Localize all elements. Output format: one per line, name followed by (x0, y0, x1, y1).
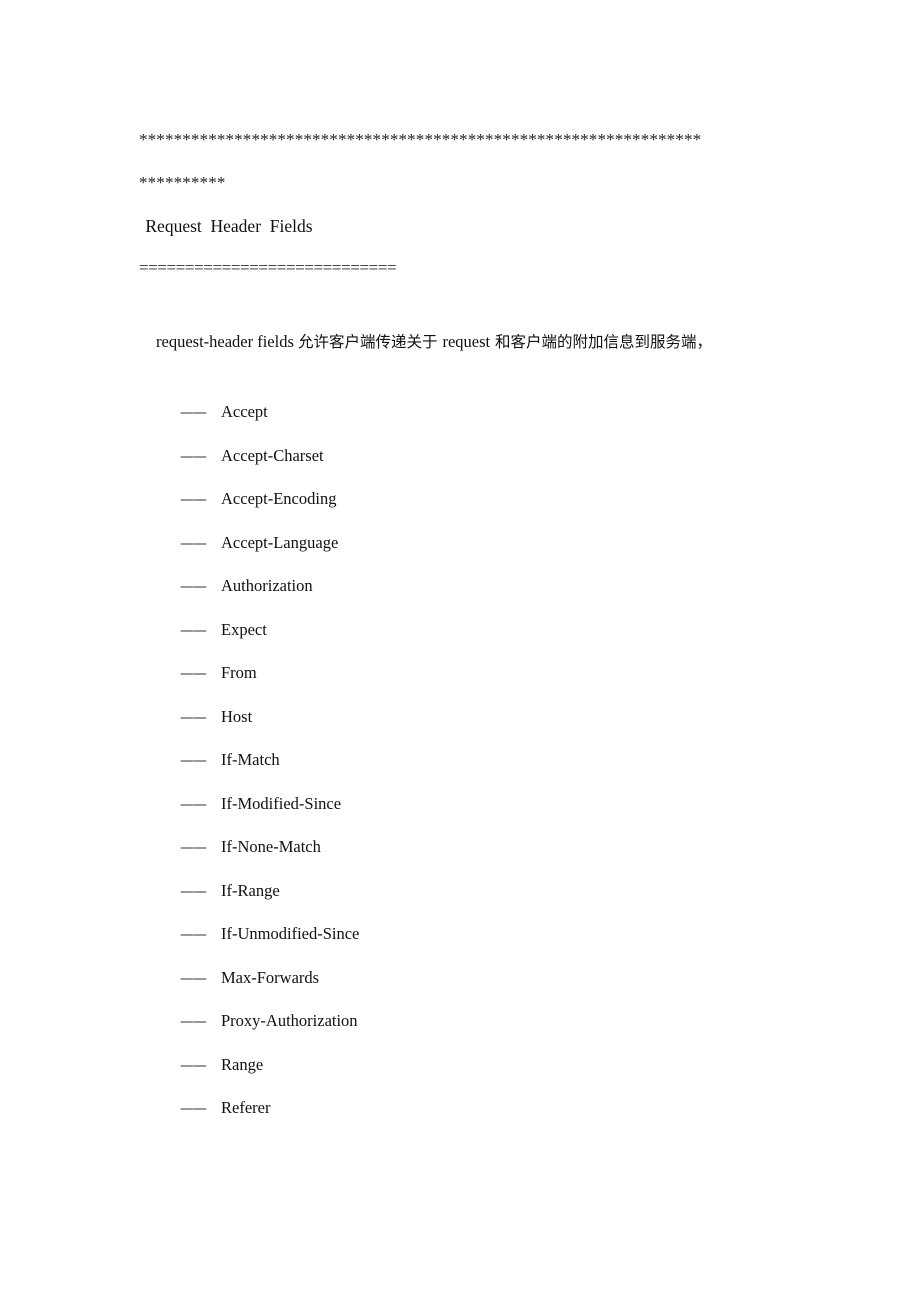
em-dash-bullet-icon: —— (180, 709, 207, 726)
field-name-label: Accept-Encoding (221, 489, 337, 508)
list-item: —— Host (139, 695, 784, 739)
em-dash-bullet-icon: —— (180, 448, 207, 465)
list-item: —— Range (139, 1043, 784, 1087)
document-body: ****************************************… (139, 0, 784, 1130)
em-dash-bullet-icon: —— (180, 927, 207, 943)
field-name-label: Accept-Charset (221, 445, 324, 465)
list-item: —— If-Range (139, 869, 784, 913)
em-dash-bullet-icon: —— (180, 1101, 207, 1117)
em-dash-bullet-icon: —— (180, 535, 207, 552)
em-dash-bullet-icon: —— (180, 405, 207, 421)
em-dash-bullet-icon: —— (180, 1057, 207, 1074)
intro-cjk-part-1: 允许客户端传递关于 (298, 333, 443, 351)
list-item: —— From (139, 651, 784, 695)
field-name-label: If-Range (221, 880, 280, 900)
list-item: —— If-Unmodified-Since (139, 912, 784, 956)
em-dash-bullet-icon: —— (180, 970, 207, 987)
list-item: —— Expect (139, 608, 784, 652)
field-name-label: Max-Forwards (221, 967, 320, 987)
field-name-label: If-Match (221, 750, 280, 769)
em-dash-bullet-icon: —— (180, 666, 207, 682)
page-title: Request Header Fields (141, 216, 313, 236)
em-dash-bullet-icon: —— (180, 622, 207, 639)
field-name-label: Accept (221, 402, 268, 421)
list-item: —— If-Modified-Since (139, 782, 784, 826)
field-name-label: Accept-Language (221, 532, 339, 552)
field-name-label: From (221, 663, 257, 682)
request-header-field-list: —— Accept —— Accept-Charset —— Accept-Encodin… (139, 390, 784, 1130)
intro-cjk-part-2: 和客户端的附加信息到服务端， (490, 333, 713, 351)
asterisk-separator-line-1: ****************************************… (139, 130, 702, 149)
intro-latin-lead: request-header fields (156, 332, 299, 351)
list-item: —— Accept-Charset (139, 434, 784, 478)
em-dash-bullet-icon: —— (180, 579, 207, 595)
em-dash-bullet-icon: —— (180, 753, 207, 769)
field-name-label: Authorization (221, 576, 313, 595)
list-item: —— Max-Forwards (139, 956, 784, 1000)
em-dash-bullet-icon: —— (180, 883, 207, 900)
list-item: —— If-None-Match (139, 825, 784, 869)
field-name-label: If-Modified-Since (221, 793, 342, 813)
list-item: —— Referer (139, 1086, 784, 1130)
field-name-label: Range (221, 1054, 264, 1074)
list-item: —— Accept (139, 390, 784, 434)
equals-separator-line: ============================ (139, 258, 397, 277)
list-item: —— Authorization (139, 564, 784, 608)
field-name-label: If-Unmodified-Since (221, 924, 360, 943)
asterisk-separator-line-2: ********** (139, 173, 226, 192)
intro-latin-mid: request (442, 332, 491, 351)
intro-paragraph: request-header fields 允许客户端传递关于 request … (139, 320, 784, 364)
document-page: ****************************************… (0, 0, 920, 1302)
field-name-label: Host (221, 706, 253, 726)
list-item: —— Accept-Language (139, 521, 784, 565)
list-item: —— If-Match (139, 738, 784, 782)
field-name-label: Referer (221, 1098, 271, 1117)
top-spacer (139, 0, 784, 118)
em-dash-bullet-icon: —— (180, 796, 207, 813)
field-name-label: Proxy-Authorization (221, 1011, 358, 1030)
em-dash-bullet-icon: —— (180, 840, 207, 856)
em-dash-bullet-icon: —— (180, 492, 207, 508)
list-item: —— Proxy-Authorization (139, 999, 784, 1043)
field-name-label: Expect (221, 619, 267, 639)
list-item: —— Accept-Encoding (139, 477, 784, 521)
em-dash-bullet-icon: —— (180, 1014, 207, 1030)
field-name-label: If-None-Match (221, 837, 321, 856)
